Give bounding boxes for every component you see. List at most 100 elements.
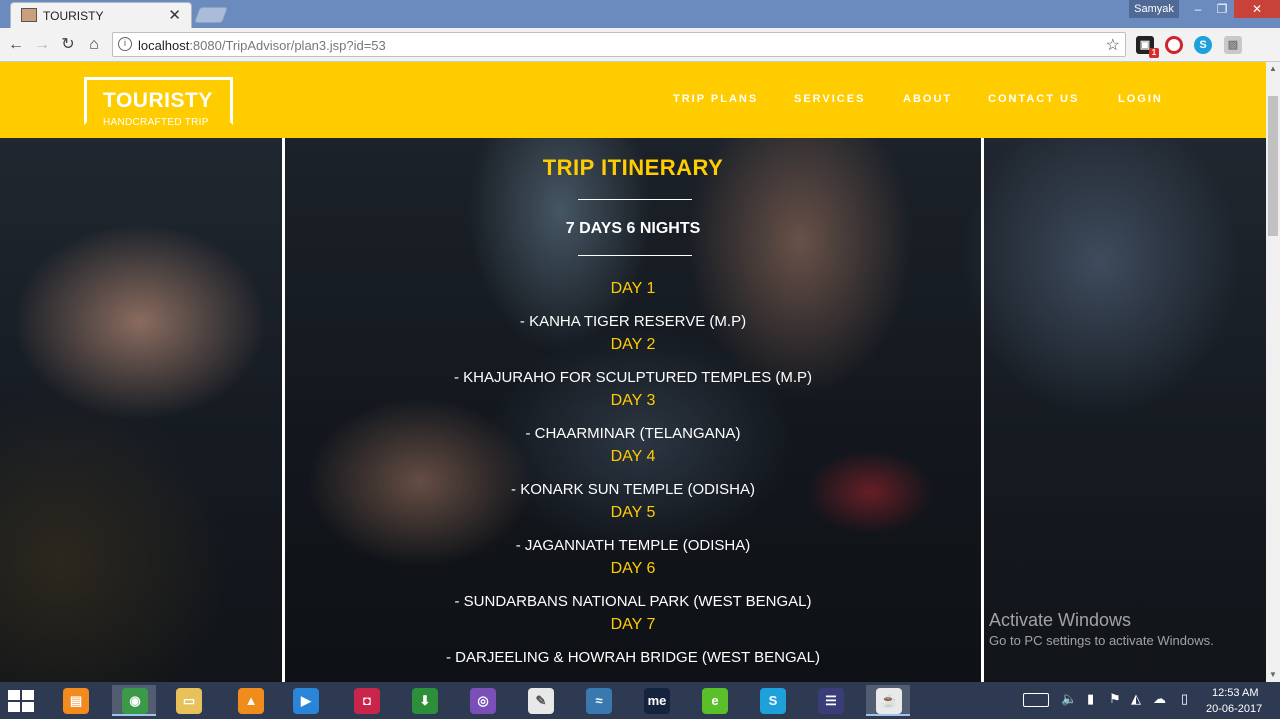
window-close-icon[interactable]: ✕: [1234, 0, 1280, 18]
cloud-icon[interactable]: ☁: [1153, 691, 1166, 707]
itinerary-place: - KHAJURAHO FOR SCULPTURED TEMPLES (M.P): [453, 369, 813, 386]
tab-favicon-icon: [21, 8, 37, 22]
home-icon[interactable]: ⌂: [83, 34, 105, 56]
itinerary-panel: TRIP ITINERARY 7 DAYS 6 NIGHTS DAY 1 - KA…: [282, 138, 984, 682]
taskbar-app-button[interactable]: ⬇: [402, 685, 446, 716]
taskbar-app-button[interactable]: S: [750, 685, 794, 716]
profile-user-button[interactable]: Samyak: [1129, 0, 1179, 18]
tab-close-icon[interactable]: ✕: [168, 6, 181, 24]
clock-date[interactable]: 20-06-2017: [1206, 703, 1262, 715]
vlc-icon: ▲: [238, 688, 264, 714]
scroll-thumb[interactable]: [1268, 96, 1278, 236]
taskbar-app-button[interactable]: ▤: [53, 685, 97, 716]
trip-duration: 7 DAYS 6 NIGHTS: [565, 220, 701, 237]
itinerary-place: - DARJEELING & HOWRAH BRIDGE (WEST BENGA…: [446, 649, 820, 666]
divider: [578, 199, 692, 200]
mysql-icon: ≈: [586, 688, 612, 714]
divider: [578, 255, 692, 256]
itinerary-place: - SUNDARBANS NATIONAL PARK (WEST BENGAL): [454, 593, 812, 610]
taskbar-app-button[interactable]: ◎: [460, 685, 504, 716]
windows-logo-icon: [8, 702, 20, 712]
taskbar-app-button[interactable]: me: [634, 685, 678, 716]
onedrive-icon[interactable]: ◭: [1131, 691, 1141, 707]
me-app-icon: me: [644, 688, 670, 714]
scroll-up-icon[interactable]: ▲: [1266, 62, 1280, 76]
itinerary-day-label: DAY 1: [610, 280, 656, 297]
itinerary-place: - CHAARMINAR (TELANGANA): [525, 425, 741, 442]
windows-logo-icon: [8, 690, 20, 700]
activate-windows-watermark: Activate Windows Go to PC settings to ac…: [989, 610, 1214, 648]
itinerary-day-label: DAY 2: [610, 336, 656, 353]
taskbar-app-button[interactable]: ☰: [808, 685, 852, 716]
reload-icon[interactable]: ↻: [57, 34, 79, 56]
site-logo[interactable]: TOURISTY HANDCRAFTED TRIP: [84, 77, 233, 128]
volume-icon[interactable]: 🔈: [1061, 691, 1077, 707]
screen-recorder-icon: ◘: [354, 688, 380, 714]
restore-icon[interactable]: ❐: [1208, 0, 1236, 18]
itinerary-day-label: DAY 3: [610, 392, 656, 409]
address-bar[interactable]: i localhost:8080/TripAdvisor/plan3.jsp?i…: [112, 32, 1126, 57]
url-host: localhost: [138, 38, 190, 53]
new-tab-button[interactable]: [194, 7, 228, 23]
java-icon: ☕: [876, 688, 902, 714]
itinerary-day-label: DAY 5: [610, 504, 656, 521]
notepad-icon: ✎: [528, 688, 554, 714]
nav-services[interactable]: SERVICES: [794, 93, 865, 105]
browser-title-bar: TOURISTY ✕ Samyak – ❐ ✕: [0, 0, 1280, 28]
clock-time[interactable]: 12:53 AM: [1212, 687, 1258, 699]
action-center-flag-icon[interactable]: ⚑: [1109, 691, 1121, 707]
tor-browser-icon: ◎: [470, 688, 496, 714]
taskbar-app-button[interactable]: ◘: [344, 685, 388, 716]
skype-extension-icon[interactable]: S: [1194, 36, 1212, 54]
server-manager-icon: ▤: [63, 688, 89, 714]
nav-trip-plans[interactable]: TRIP PLANS: [673, 93, 758, 105]
address-url[interactable]: localhost:8080/TripAdvisor/plan3.jsp?id=…: [138, 38, 386, 53]
opera-vpn-extension-icon[interactable]: [1165, 36, 1183, 54]
feed-app-icon: e: [702, 688, 728, 714]
back-arrow-icon[interactable]: ←: [5, 34, 27, 56]
page-viewport: TOURISTY HANDCRAFTED TRIP TRIP PLANS SER…: [0, 62, 1266, 682]
nav-login[interactable]: LOGIN: [1118, 93, 1163, 105]
image-extension-icon[interactable]: ▨: [1224, 36, 1242, 54]
scroll-down-icon[interactable]: ▼: [1266, 668, 1280, 682]
taskbar-app-button[interactable]: ☕: [866, 685, 910, 716]
network-icon[interactable]: ▮: [1087, 691, 1094, 707]
browser-tab[interactable]: TOURISTY ✕: [10, 2, 192, 28]
itinerary-day-label: DAY 6: [610, 560, 656, 577]
taskbar-app-button[interactable]: ◉: [112, 685, 156, 716]
taskbar-app-button[interactable]: ▶: [283, 685, 327, 716]
windows-logo-icon: [22, 702, 34, 712]
watermark-title: Activate Windows: [989, 610, 1132, 630]
start-button[interactable]: [8, 690, 36, 712]
file-explorer-icon: ▭: [176, 688, 202, 714]
site-header: TOURISTY HANDCRAFTED TRIP TRIP PLANS SER…: [0, 62, 1266, 138]
logo-name: TOURISTY: [103, 89, 213, 112]
taskbar-app-button[interactable]: ≈: [576, 685, 620, 716]
nav-about[interactable]: ABOUT: [903, 93, 952, 105]
taskbar-app-button[interactable]: ▲: [228, 685, 272, 716]
media-player-icon: ▶: [293, 688, 319, 714]
url-path: :8080/TripAdvisor/plan3.jsp?id=53: [189, 38, 386, 53]
itinerary-title: TRIP ITINERARY: [542, 155, 724, 180]
chrome-icon: ◉: [122, 688, 148, 714]
battery-icon[interactable]: ▯: [1181, 691, 1188, 707]
itinerary-place: - KANHA TIGER RESERVE (M.P): [519, 313, 747, 330]
tab-title: TOURISTY: [43, 9, 104, 23]
bookmark-star-icon[interactable]: ☆: [1106, 35, 1120, 55]
taskbar-app-button[interactable]: ✎: [518, 685, 562, 716]
touch-keyboard-icon[interactable]: [1023, 693, 1049, 707]
windows-logo-icon: [22, 690, 34, 700]
forward-arrow-icon[interactable]: →: [31, 34, 53, 56]
nav-contact-us[interactable]: CONTACT US: [988, 93, 1079, 105]
page-scrollbar[interactable]: ▲ ▼: [1266, 62, 1280, 682]
logo-tagline: HANDCRAFTED TRIP: [103, 117, 209, 128]
itinerary-place: - JAGANNATH TEMPLE (ODISHA): [515, 537, 751, 554]
itinerary-place: - KONARK SUN TEMPLE (ODISHA): [511, 481, 755, 498]
browser-toolbar: ← → ↻ ⌂ i localhost:8080/TripAdvisor/pla…: [0, 28, 1280, 81]
download-manager-icon: ⬇: [412, 688, 438, 714]
extension-icon[interactable]: ▣ 1: [1136, 36, 1159, 58]
site-info-icon[interactable]: i: [118, 37, 132, 51]
taskbar-app-button[interactable]: ▭: [166, 685, 210, 716]
taskbar-app-button[interactable]: e: [692, 685, 736, 716]
itinerary-day-label: DAY 4: [610, 448, 656, 465]
